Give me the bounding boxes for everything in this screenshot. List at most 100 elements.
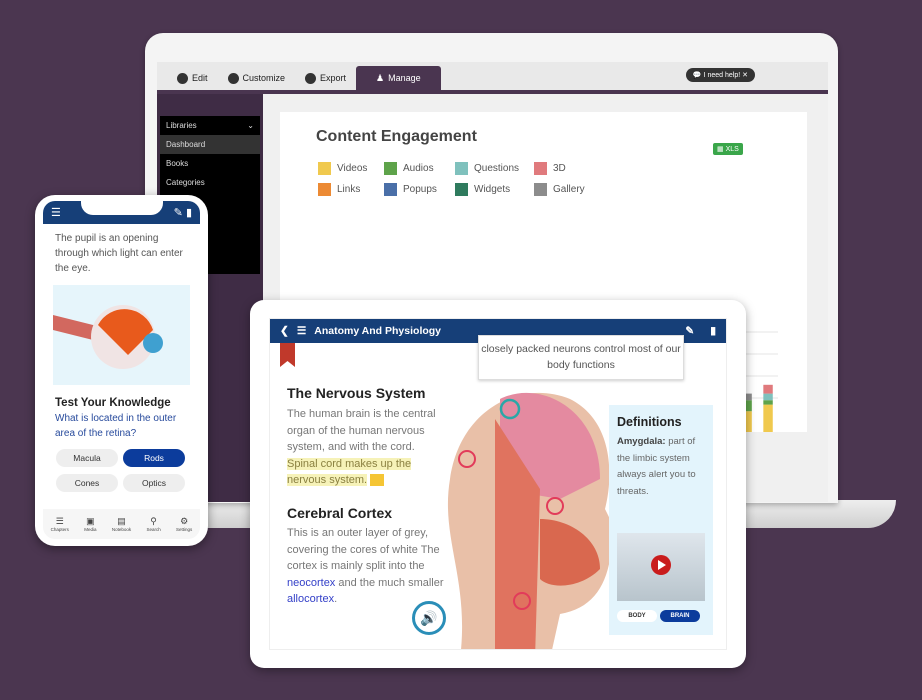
- nav-label: Notebook: [111, 527, 132, 532]
- xls-export-button[interactable]: ▦ XLS: [713, 143, 743, 155]
- legend-swatch: [384, 162, 397, 175]
- tablet: ❮ ☰ Anatomy And Physiology ✎ ▮ closely pa…: [250, 300, 746, 668]
- eye-icon: [53, 305, 163, 369]
- top-toolbar: Edit Customize Export ♟ Manage 💬 I need h…: [157, 62, 828, 90]
- bookmark-ribbon-icon[interactable]: [280, 343, 295, 367]
- audio-speaker-button[interactable]: 🔊: [412, 601, 446, 635]
- legend-label: Widgets: [474, 184, 511, 195]
- clipboard-icon: ▤: [117, 516, 126, 526]
- quiz-title: Test Your Knowledge: [55, 397, 171, 409]
- xls-label: XLS: [725, 146, 739, 153]
- quiz-question: What is located in the outer area of the…: [55, 413, 177, 439]
- sidebar-item-books[interactable]: Books: [160, 154, 260, 173]
- legend-label: Videos: [337, 163, 368, 174]
- sidebar-item-dashboard[interactable]: Dashboard: [160, 135, 260, 154]
- eye-illustration: [53, 285, 190, 385]
- legend-swatch: [384, 183, 397, 196]
- legend-item[interactable]: Videos: [318, 162, 384, 175]
- legend-swatch: [318, 183, 331, 196]
- legend-label: Questions: [474, 163, 520, 174]
- play-icon[interactable]: [651, 555, 671, 575]
- legend-swatch: [455, 162, 468, 175]
- legend-swatch: [534, 183, 547, 196]
- nav-settings[interactable]: ⚙ Settings: [176, 516, 192, 532]
- menu-icon[interactable]: ☰: [297, 325, 306, 337]
- nav-search[interactable]: ⚲ Search: [146, 516, 160, 532]
- pencil-icon[interactable]: ✎: [685, 325, 694, 337]
- chart-legend: Videos Audios Questions 3D Links Popups Widget…: [318, 162, 594, 196]
- menu-icon[interactable]: ☰: [51, 206, 61, 219]
- body-text: This is an outer layer of grey, covering…: [287, 527, 440, 572]
- legend-item[interactable]: Popups: [384, 183, 455, 196]
- legend-label: Gallery: [553, 184, 585, 195]
- tablet-screen: ❮ ☰ Anatomy And Physiology ✎ ▮ closely pa…: [269, 318, 727, 650]
- nav-chapters[interactable]: ☰ Chapters: [51, 516, 69, 532]
- toggle-body[interactable]: BODY: [617, 610, 657, 622]
- tab-export[interactable]: Export: [295, 66, 356, 90]
- card-title: Content Engagement: [316, 128, 477, 145]
- answer-rods[interactable]: Rods: [123, 449, 185, 467]
- answer-cones[interactable]: Cones: [56, 474, 118, 492]
- section-text: The human brain is the central organ of …: [287, 406, 447, 489]
- body-text: and the much smaller: [338, 576, 444, 589]
- definition-text: Amygdala: part of the limbic system alwa…: [617, 434, 705, 500]
- section-title: The Nervous System: [287, 385, 426, 401]
- answer-macula[interactable]: Macula: [56, 449, 118, 467]
- highlighted-text[interactable]: Spinal cord makes up the nervous system.: [287, 457, 412, 486]
- legend-swatch: [534, 162, 547, 175]
- bookmark-icon[interactable]: ▮: [710, 325, 716, 337]
- tab-label: Edit: [192, 73, 208, 83]
- libraries-dropdown[interactable]: Libraries ⌄: [160, 116, 260, 135]
- legend-label: Links: [337, 184, 361, 195]
- allocortex-link[interactable]: allocortex: [287, 593, 334, 605]
- back-icon[interactable]: ❮: [280, 325, 289, 337]
- phone-notch: [81, 201, 163, 215]
- bar-segment-audios[interactable]: [763, 400, 773, 405]
- phone-screen: ☰ ✎ ▮ The pupil is an opening through whi…: [43, 201, 200, 539]
- sticky-note-icon[interactable]: [370, 474, 385, 487]
- answer-options: Macula Rods Cones Optics: [43, 441, 200, 492]
- gear-icon: ⚙: [180, 516, 189, 526]
- pencil-icon: [177, 72, 188, 84]
- sidebar-item-categories[interactable]: Categories: [160, 173, 260, 192]
- nav-label: Chapters: [50, 527, 69, 532]
- book-title: Anatomy And Physiology: [314, 325, 442, 337]
- tab-label: Customize: [242, 73, 286, 83]
- intro-text: The pupil is an opening through which li…: [55, 233, 183, 274]
- list-icon: ☰: [55, 516, 64, 526]
- export-icon: [305, 72, 317, 84]
- legend-item[interactable]: Audios: [384, 162, 455, 175]
- nav-notebook[interactable]: ▤ Notebook: [112, 516, 131, 532]
- legend-item[interactable]: Links: [318, 183, 384, 196]
- legend-swatch: [455, 183, 468, 196]
- help-button[interactable]: 💬 I need help! ✕: [685, 68, 755, 82]
- toggle-brain[interactable]: BRAIN: [660, 610, 700, 622]
- legend-item[interactable]: Widgets: [455, 183, 534, 196]
- nav-media[interactable]: ▣ Media: [84, 516, 96, 532]
- pencil-bookmark-icons[interactable]: ✎ ▮: [174, 206, 192, 219]
- neocortex-link[interactable]: neocortex: [287, 577, 335, 589]
- tab-manage[interactable]: ♟ Manage: [356, 66, 441, 90]
- chevron-down-icon: ⌄: [247, 121, 254, 130]
- callout-tooltip: closely packed neurons control most of o…: [478, 335, 684, 380]
- bar-segment-videos[interactable]: [763, 404, 773, 432]
- tab-label: Manage: [388, 73, 421, 83]
- legend-item[interactable]: 3D: [534, 162, 594, 175]
- legend-swatch: [318, 162, 331, 175]
- tab-label: Export: [320, 73, 347, 83]
- legend-item[interactable]: Questions: [455, 162, 534, 175]
- user-icon: ♟: [376, 72, 385, 83]
- bar-segment-questions[interactable]: [763, 393, 773, 401]
- body-text: .: [334, 593, 338, 605]
- definition-term: Amygdala:: [617, 436, 666, 447]
- video-thumbnail[interactable]: [617, 533, 705, 601]
- legend-label: 3D: [553, 163, 566, 174]
- tab-edit[interactable]: Edit: [167, 66, 218, 90]
- tab-customize[interactable]: Customize: [218, 66, 296, 90]
- nav-label: Search: [146, 527, 161, 532]
- legend-item[interactable]: Gallery: [534, 183, 594, 196]
- bar-segment-3d[interactable]: [763, 384, 773, 394]
- nav-label: Media: [84, 527, 97, 532]
- media-icon: ▣: [86, 516, 95, 526]
- answer-optics[interactable]: Optics: [123, 474, 185, 492]
